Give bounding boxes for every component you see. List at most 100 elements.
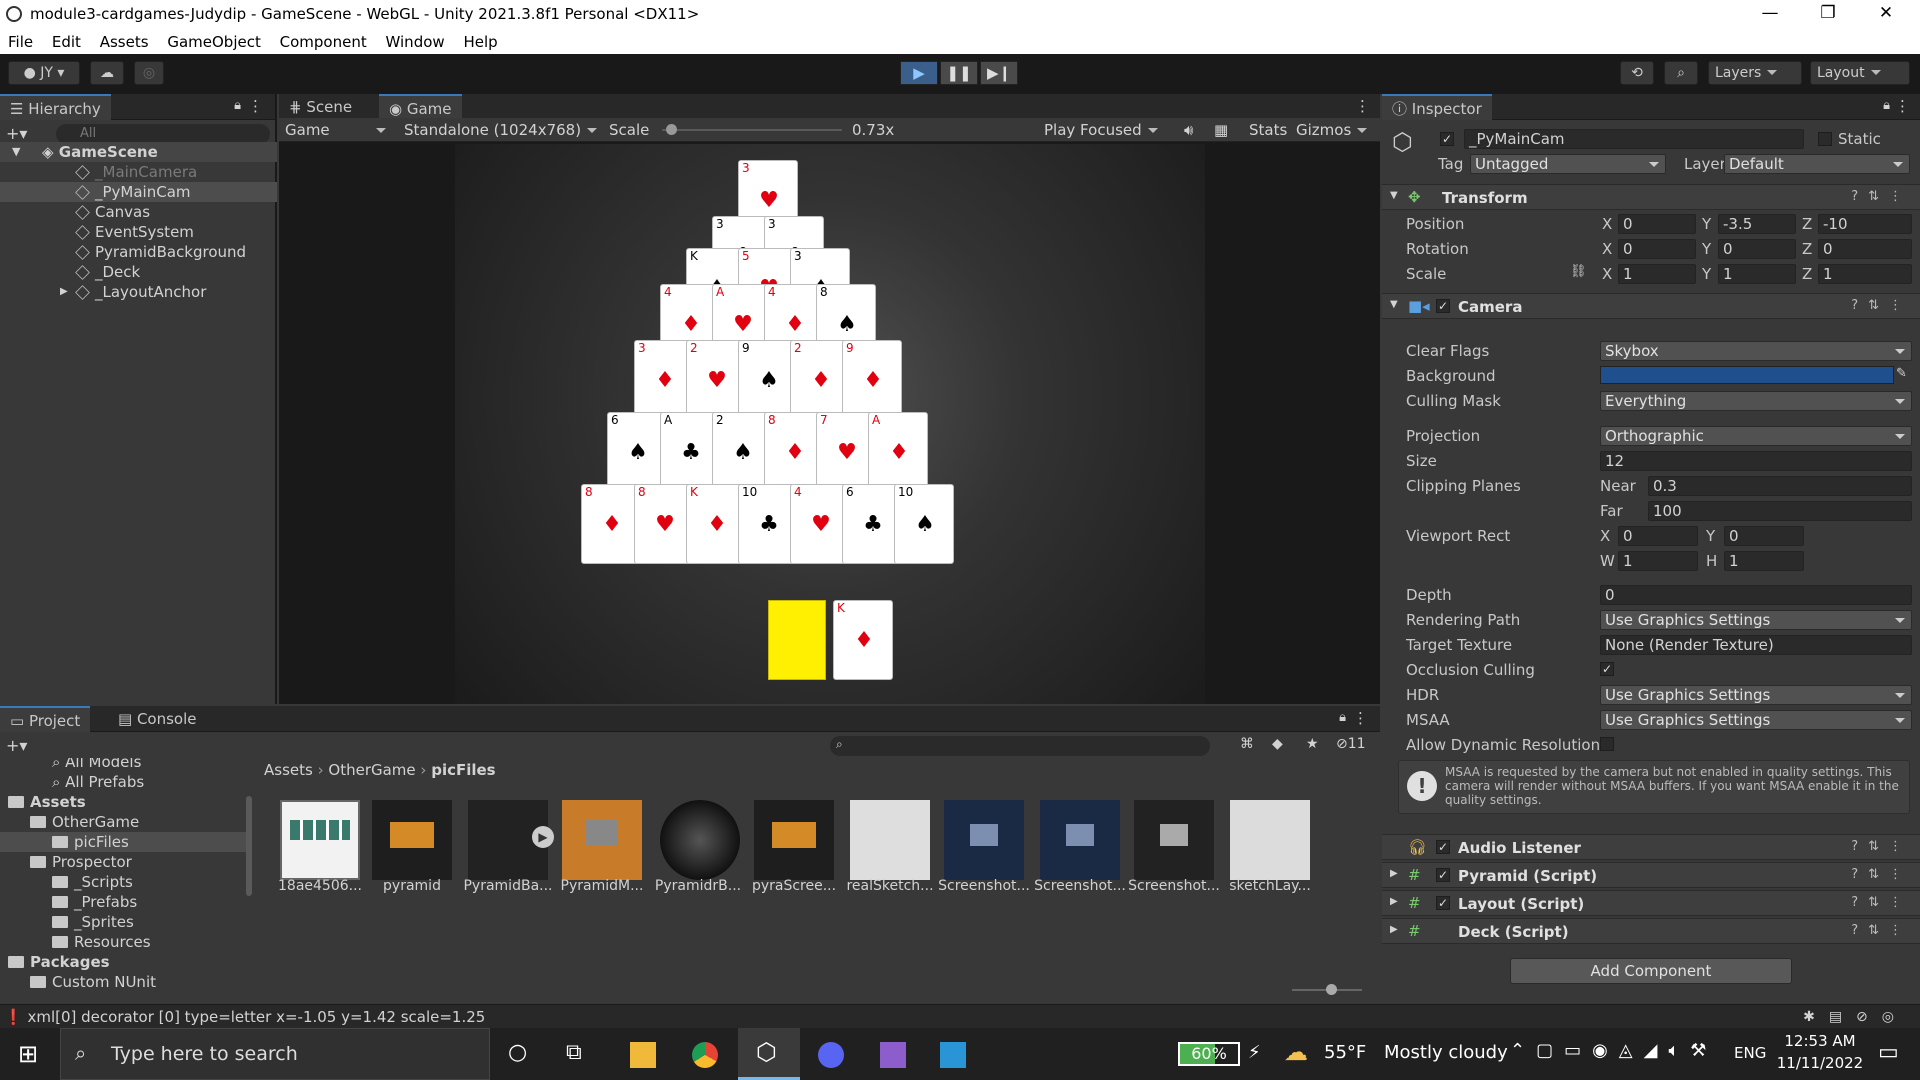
weather-condition[interactable]: Mostly cloudy	[1384, 1042, 1508, 1063]
pyramid-card[interactable]: K ♦	[686, 484, 746, 564]
component-header-icons[interactable]: ?⇅⋮	[1851, 867, 1912, 882]
hierarchy-item-maincamera[interactable]: _MainCamera	[0, 162, 277, 182]
expand-arrow-icon[interactable]: ▶	[60, 282, 68, 302]
object-name-field[interactable]: _PyMainCam	[1464, 129, 1804, 149]
pyramid-card[interactable]: 4 ♥	[790, 484, 850, 564]
pyramid-card[interactable]: 2 ♠	[712, 412, 772, 492]
breadcrumb-othergame[interactable]: OtherGame	[328, 761, 415, 779]
status-message[interactable]: xml[0] decorator [0] type=letter x=-1.05…	[27, 1008, 485, 1026]
resolution-dropdown[interactable]: Standalone (1024x768)	[404, 118, 597, 142]
asset-name[interactable]: PyramidM...	[556, 878, 648, 894]
game-viewport[interactable]: 3♥3♣3♣K♠5♥3♠4♦A♥4♦8♠3♦2♥9♠2♦9♦6♠A♣2♠8♦7♥…	[455, 144, 1205, 704]
project-tree-item[interactable]: Custom NUnit	[30, 972, 156, 992]
hierarchy-search-input[interactable]: All	[56, 124, 270, 144]
system-tray-icons[interactable]: ⌃▢▭◉◬◢🔈︎⚒	[1510, 1040, 1717, 1061]
discord-icon[interactable]	[818, 1042, 844, 1068]
layer-dropdown[interactable]: Default	[1724, 154, 1910, 174]
taskbar-search-box[interactable]: ⌕ Type here to search	[60, 1028, 490, 1080]
scale-z-field[interactable]: 1	[1818, 264, 1912, 284]
projection-dropdown[interactable]: Orthographic	[1600, 426, 1912, 446]
asset-thumbnail[interactable]	[754, 800, 834, 880]
scale-slider[interactable]	[662, 124, 842, 135]
menu-assets[interactable]: Assets	[100, 30, 149, 54]
pyramid-card[interactable]: 7 ♥	[816, 412, 876, 492]
asset-name[interactable]: PyramidBa...	[462, 878, 554, 894]
project-tree-item[interactable]: picFiles	[0, 832, 246, 852]
unity-taskbar-button[interactable]: ⬡	[738, 1028, 800, 1080]
background-color-swatch[interactable]	[1600, 366, 1894, 384]
position-x-field[interactable]: 0	[1618, 214, 1696, 234]
project-tree-item[interactable]: Prospector	[30, 852, 132, 872]
step-button[interactable]: ▶❙	[980, 61, 1018, 85]
asset-name[interactable]: realSketch...	[844, 878, 936, 894]
breadcrumb-picfiles[interactable]: picFiles	[431, 761, 495, 779]
kebab-menu-icon[interactable]: ⋮	[1895, 97, 1910, 115]
asset-thumbnail[interactable]	[562, 800, 642, 880]
pyramid-card[interactable]: 8 ♥	[634, 484, 694, 564]
cortana-icon[interactable]: ○	[508, 1040, 527, 1065]
scale-y-field[interactable]: 1	[1718, 264, 1796, 284]
depth-field[interactable]: 0	[1600, 585, 1912, 605]
status-icons[interactable]: ✱▤⊘◎	[1803, 1005, 1908, 1029]
deck-stack[interactable]	[768, 600, 826, 680]
asset-name[interactable]: pyraScree...	[748, 878, 840, 894]
project-tree-item[interactable]: _Sprites	[52, 912, 134, 932]
rotation-x-field[interactable]: 0	[1618, 239, 1696, 259]
account-dropdown[interactable]: ● JY ▾	[8, 61, 80, 85]
display-dropdown[interactable]: Game	[285, 118, 395, 142]
project-search-input[interactable]: ⌕	[830, 736, 1210, 756]
pyramid-card[interactable]: A ♣	[660, 412, 720, 492]
task-view-icon[interactable]: ⧉	[566, 1040, 582, 1065]
favorites-star-icon[interactable]: ★	[1306, 736, 1319, 752]
icon-size-slider[interactable]	[1292, 984, 1362, 995]
kebab-menu-icon[interactable]: ⋮	[1355, 97, 1370, 115]
project-tree-item[interactable]: _Scripts	[52, 872, 133, 892]
pyramid-script-header[interactable]: ▶ # ✓ Pyramid (Script) ?⇅⋮	[1382, 862, 1920, 888]
language-indicator[interactable]: ENG	[1734, 1044, 1766, 1062]
history-icon[interactable]: ⟲	[1620, 61, 1654, 85]
battery-indicator[interactable]: 60%	[1178, 1042, 1240, 1066]
layout-script-header[interactable]: ▶ # ✓ Layout (Script) ?⇅⋮	[1382, 890, 1920, 916]
search-icon[interactable]: ⌕	[1664, 61, 1698, 85]
maximize-button[interactable]: ❐	[1808, 3, 1848, 23]
lock-icon[interactable]: 🔒︎	[1339, 710, 1346, 725]
rotation-y-field[interactable]: 0	[1718, 239, 1796, 259]
viewport-h-field[interactable]: 1	[1724, 551, 1804, 571]
tab-inspector[interactable]: ⓘ Inspector	[1382, 94, 1492, 120]
viewport-y-field[interactable]: 0	[1724, 526, 1804, 546]
pause-button[interactable]: ❚❚	[940, 61, 978, 85]
asset-thumbnail[interactable]	[850, 800, 930, 880]
asset-thumbnail[interactable]	[660, 800, 740, 880]
cloud-icon[interactable]: ☁	[90, 61, 124, 85]
krita-icon[interactable]	[940, 1042, 966, 1068]
asset-name[interactable]: sketchLay...	[1224, 878, 1316, 894]
windows-start-icon[interactable]: ⊞	[18, 1040, 38, 1068]
dynamic-resolution-checkbox[interactable]	[1600, 737, 1614, 751]
asset-thumbnail[interactable]	[280, 800, 360, 880]
asset-thumbnail[interactable]	[1134, 800, 1214, 880]
target-texture-field[interactable]: None (Render Texture)	[1600, 635, 1912, 655]
msaa-dropdown[interactable]: Use Graphics Settings	[1600, 710, 1912, 730]
active-checkbox[interactable]: ✓	[1440, 132, 1454, 146]
gizmos-dropdown[interactable]: Gizmos	[1296, 118, 1367, 142]
hierarchy-item-pymaincam[interactable]: _PyMainCam	[0, 182, 277, 202]
component-header-icons[interactable]: ?⇅⋮	[1851, 189, 1912, 204]
component-header-icons[interactable]: ?⇅⋮	[1851, 839, 1912, 854]
rendering-path-dropdown[interactable]: Use Graphics Settings	[1600, 610, 1912, 630]
size-field[interactable]: 12	[1600, 451, 1912, 471]
scene-root-row[interactable]: ▼ ◈ GameScene	[0, 142, 277, 162]
pyramid-card[interactable]: 3 ♦	[634, 340, 694, 420]
tab-game[interactable]: ◉ Game	[379, 94, 462, 120]
notification-center-icon[interactable]: ▭	[1878, 1040, 1899, 1065]
near-field[interactable]: 0.3	[1648, 476, 1912, 496]
hierarchy-item-deck[interactable]: _Deck	[0, 262, 277, 282]
position-y-field[interactable]: -3.5	[1718, 214, 1796, 234]
deck-script-header[interactable]: ▶ # Deck (Script) ?⇅⋮	[1382, 918, 1920, 944]
asset-name[interactable]: pyramid	[366, 878, 458, 894]
project-tree-item[interactable]: ⌕ All Prefabs	[52, 772, 144, 792]
pyramid-card[interactable]: 6 ♣	[842, 484, 902, 564]
menu-file[interactable]: File	[8, 30, 33, 54]
weather-icon[interactable]: ☁	[1284, 1038, 1308, 1066]
layers-dropdown[interactable]: Layers	[1708, 61, 1802, 85]
add-component-button[interactable]: Add Component	[1510, 958, 1792, 984]
